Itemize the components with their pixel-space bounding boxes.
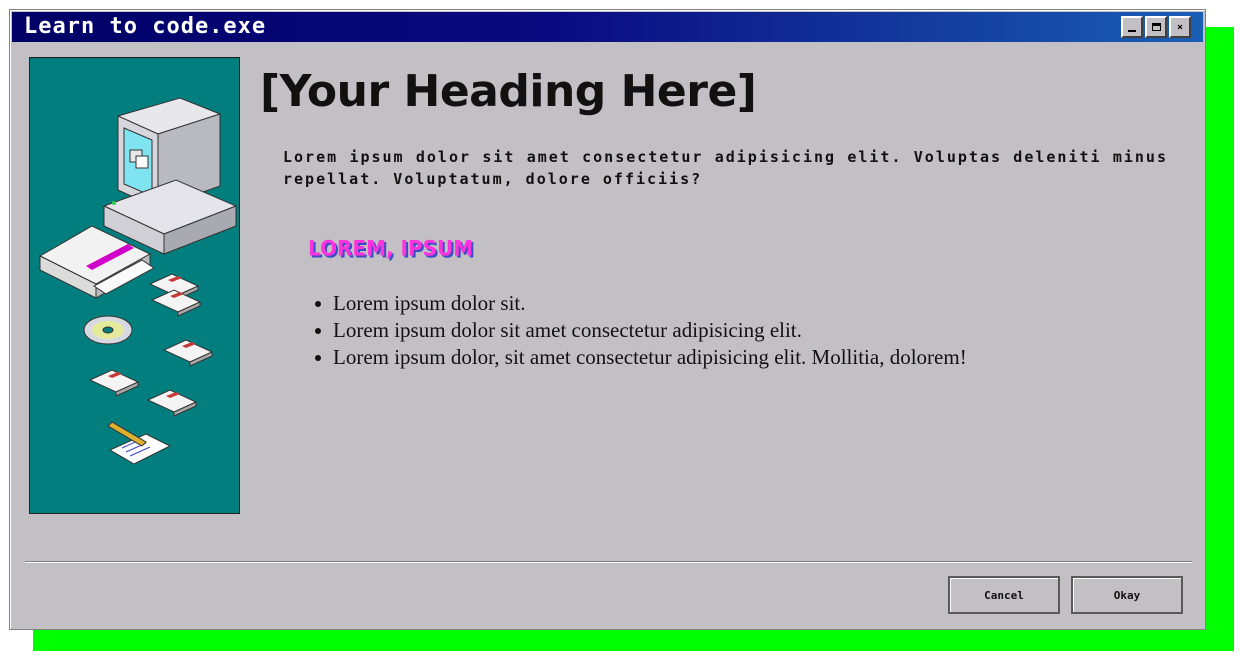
cancel-button[interactable]: Cancel [948,576,1060,614]
minimize-icon [1128,30,1136,32]
minimize-button[interactable] [1121,16,1143,38]
list-item: Lorem ipsum dolor sit amet consectetur a… [315,317,967,344]
computer-illustration-art [38,97,238,465]
list-item: Lorem ipsum dolor, sit amet consectetur … [315,345,967,369]
list-item: Lorem ipsum dolor sit. [315,290,967,317]
footer-divider [25,561,1192,563]
window-title: Learn to code.exe [24,14,267,39]
window-controls: × [1121,16,1191,38]
page-heading: [Your Heading Here] [260,66,757,117]
maximize-button[interactable] [1145,16,1167,38]
close-icon: × [1176,21,1184,33]
close-button[interactable]: × [1169,16,1191,38]
section-subheading: LOREM, IPSUM [308,235,474,261]
bullet-list: Lorem ipsum dolor sit. Lorem ipsum dolor… [315,290,967,371]
dialog-window: Learn to code.exe × [Your Heading Here] … [9,9,1206,630]
maximize-icon [1151,23,1161,31]
intro-paragraph: Lorem ipsum dolor sit amet consectetur a… [283,148,1168,188]
okay-button[interactable]: Okay [1071,576,1183,614]
title-bar[interactable]: Learn to code.exe × [12,12,1203,42]
computer-illustration [29,57,240,514]
